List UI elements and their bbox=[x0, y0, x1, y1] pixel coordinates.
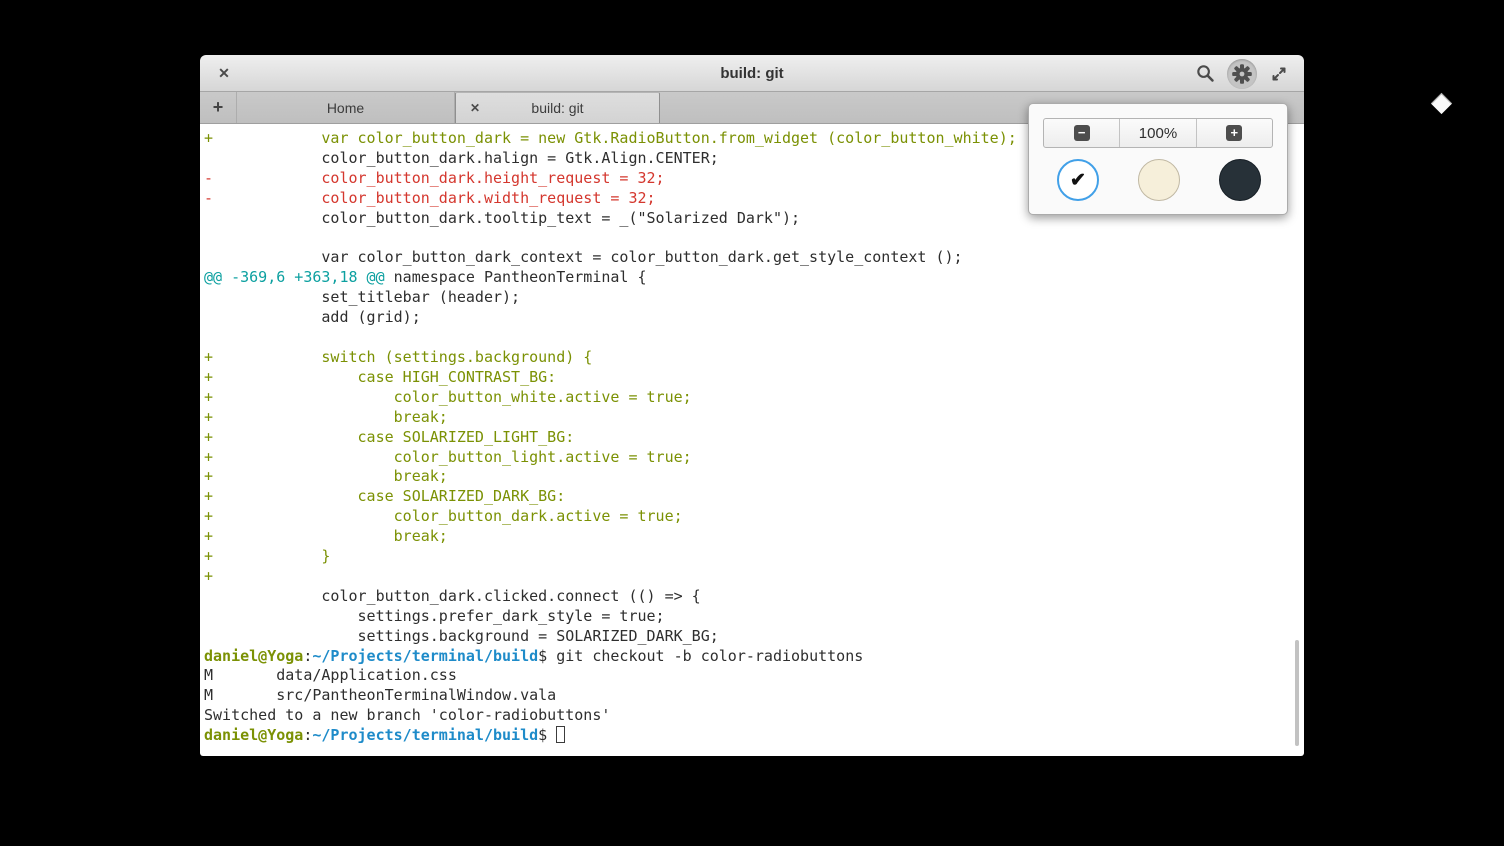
terminal-line: color_button_dark.clicked.connect (() =>… bbox=[204, 587, 1304, 607]
terminal-cursor bbox=[556, 726, 565, 743]
terminal-line: + case HIGH_CONTRAST_BG: bbox=[204, 368, 1304, 388]
popover-arrow bbox=[1431, 93, 1452, 114]
theme-solarized-dark-button[interactable] bbox=[1219, 159, 1261, 201]
settings-button[interactable] bbox=[1227, 59, 1257, 89]
expand-icon bbox=[1270, 65, 1288, 83]
terminal-line: var color_button_dark_context = color_bu… bbox=[204, 248, 1304, 268]
terminal-line: M src/PantheonTerminalWindow.vala bbox=[204, 686, 1304, 706]
search-button[interactable] bbox=[1190, 59, 1220, 89]
terminal-line: Switched to a new branch 'color-radiobut… bbox=[204, 706, 1304, 726]
zoom-out-icon: − bbox=[1074, 125, 1090, 141]
terminal-line: M data/Application.css bbox=[204, 666, 1304, 686]
terminal-line: daniel@Yoga:~/Projects/terminal/build$ g… bbox=[204, 647, 1304, 667]
scrollbar-thumb[interactable] bbox=[1295, 640, 1299, 746]
zoom-in-button[interactable]: + bbox=[1196, 119, 1272, 147]
tab-home-label: Home bbox=[327, 100, 364, 116]
zoom-out-button[interactable]: − bbox=[1044, 119, 1119, 147]
fullscreen-button[interactable] bbox=[1264, 59, 1294, 89]
terminal-line: + color_button_white.active = true; bbox=[204, 388, 1304, 408]
terminal-window: ✕ build: git bbox=[200, 55, 1304, 757]
terminal-line: daniel@Yoga:~/Projects/terminal/build$ bbox=[204, 726, 1304, 746]
terminal-line: + color_button_light.active = true; bbox=[204, 448, 1304, 468]
check-icon: ✔ bbox=[1070, 169, 1086, 192]
theme-selector: ✔ bbox=[1057, 159, 1261, 201]
terminal-line bbox=[204, 328, 1304, 348]
terminal-line: + } bbox=[204, 547, 1304, 567]
tab-close-icon[interactable]: ✕ bbox=[466, 93, 484, 123]
window-title: build: git bbox=[200, 65, 1304, 82]
tab-home[interactable]: Home bbox=[237, 92, 455, 123]
theme-high-contrast-button[interactable]: ✔ bbox=[1057, 159, 1099, 201]
search-icon bbox=[1196, 64, 1215, 83]
terminal-line: + break; bbox=[204, 527, 1304, 547]
window-close-button[interactable]: ✕ bbox=[212, 55, 236, 92]
terminal-line: + switch (settings.background) { bbox=[204, 348, 1304, 368]
zoom-level[interactable]: 100% bbox=[1119, 119, 1195, 147]
zoom-level-label: 100% bbox=[1139, 125, 1177, 142]
terminal-line: add (grid); bbox=[204, 308, 1304, 328]
terminal-line: set_titlebar (header); bbox=[204, 288, 1304, 308]
terminal-line: + color_button_dark.active = true; bbox=[204, 507, 1304, 527]
terminal-line: + break; bbox=[204, 467, 1304, 487]
terminal-line: + case SOLARIZED_DARK_BG: bbox=[204, 487, 1304, 507]
terminal-line: + break; bbox=[204, 408, 1304, 428]
tab-build-git[interactable]: ✕ build: git bbox=[455, 92, 660, 123]
terminal-line bbox=[204, 229, 1304, 249]
theme-solarized-light-button[interactable] bbox=[1138, 159, 1180, 201]
gear-icon bbox=[1231, 63, 1253, 85]
terminal-output[interactable]: + var color_button_dark = new Gtk.RadioB… bbox=[200, 124, 1304, 756]
header-bar: ✕ build: git bbox=[200, 55, 1304, 92]
zoom-control: − 100% + bbox=[1043, 118, 1273, 148]
zoom-in-icon: + bbox=[1226, 125, 1242, 141]
terminal-line: + case SOLARIZED_LIGHT_BG: bbox=[204, 428, 1304, 448]
settings-popover: − 100% + ✔ bbox=[1028, 103, 1288, 215]
new-tab-button[interactable]: + bbox=[200, 92, 237, 123]
terminal-line: settings.background = SOLARIZED_DARK_BG; bbox=[204, 627, 1304, 647]
terminal-line: @@ -369,6 +363,18 @@ namespace PantheonT… bbox=[204, 268, 1304, 288]
terminal-line: + bbox=[204, 567, 1304, 587]
tab-build-git-label: build: git bbox=[531, 100, 583, 116]
terminal-line: settings.prefer_dark_style = true; bbox=[204, 607, 1304, 627]
